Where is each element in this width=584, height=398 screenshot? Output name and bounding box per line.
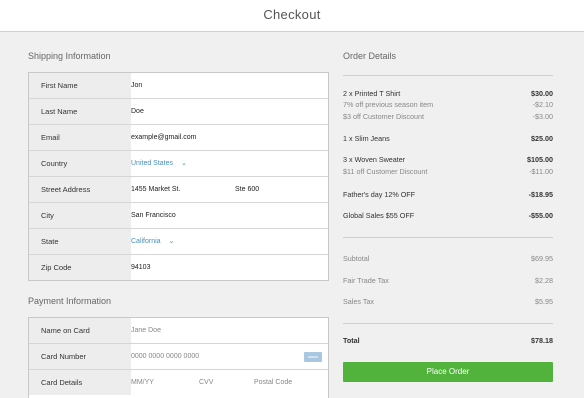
first-name-label: First Name (29, 73, 131, 98)
item-price: $105.00 (527, 155, 553, 164)
state-value: California (131, 238, 161, 245)
subtotal-value: $69.95 (531, 254, 553, 263)
divider (343, 323, 553, 324)
item-price: $25.00 (531, 134, 553, 143)
country-row: Country United States ⌄ (29, 151, 328, 177)
payment-section-title: Payment Information (28, 296, 112, 306)
order-discount: $3 off Customer Discount -$3.00 (343, 112, 553, 122)
country-label: Country (29, 151, 131, 176)
discount-price: -$3.00 (532, 112, 553, 121)
shipping-section-title: Shipping Information (28, 51, 111, 61)
total-value: $78.18 (531, 336, 553, 345)
fair-trade-tax-label: Fair Trade Tax (343, 276, 389, 285)
email-label: Email (29, 125, 131, 150)
payment-form: Name on Card Jane Doe Card Number 0000 0… (28, 317, 329, 398)
chevron-down-icon: ⌄ (168, 238, 175, 245)
state-select[interactable]: California ⌄ (131, 229, 174, 254)
name-on-card-row: Name on Card Jane Doe (29, 318, 328, 344)
city-label: City (29, 203, 131, 228)
place-order-button[interactable]: Place Order (343, 362, 553, 382)
promo-name: Father's day 12% OFF (343, 190, 416, 199)
card-number-label: Card Number (29, 344, 131, 369)
last-name-field[interactable]: Doe (131, 99, 144, 124)
first-name-row: First Name Jon (29, 73, 328, 99)
subtotal-line: Subtotal $69.95 (343, 254, 553, 264)
sales-tax-line: Sales Tax $5.95 (343, 297, 553, 307)
order-item: 1 x Slim Jeans $25.00 (343, 134, 553, 144)
street-line2-field[interactable]: Ste 600 (235, 177, 259, 202)
city-row: City San Francisco (29, 203, 328, 229)
cvv-field[interactable]: CVV (199, 370, 213, 395)
email-field[interactable]: example@gmail.com (131, 125, 196, 150)
country-select[interactable]: United States ⌄ (131, 151, 187, 176)
street-field[interactable]: 1455 Market St. (131, 177, 180, 202)
order-discount: 7% off previous season item -$2.10 (343, 100, 553, 110)
card-number-row: Card Number 0000 0000 0000 0000 (29, 344, 328, 370)
item-name: 2 x Printed T Shirt (343, 89, 401, 98)
postal-code-field[interactable]: Postal Code (254, 370, 292, 395)
fair-trade-tax-value: $2.28 (535, 276, 553, 285)
credit-card-icon (304, 352, 322, 362)
order-item: 2 x Printed T Shirt $30.00 (343, 89, 553, 99)
state-row: State California ⌄ (29, 229, 328, 255)
sales-tax-value: $5.95 (535, 297, 553, 306)
item-price: $30.00 (531, 89, 553, 98)
zip-row: Zip Code 94103 (29, 255, 328, 280)
item-name: 1 x Slim Jeans (343, 134, 390, 143)
divider (343, 237, 553, 238)
promo-name: Global Sales $55 OFF (343, 211, 415, 220)
name-on-card-field[interactable]: Jane Doe (131, 318, 161, 343)
discount-name: $3 off Customer Discount (343, 112, 424, 121)
discount-price: -$11.00 (529, 167, 553, 176)
sales-tax-label: Sales Tax (343, 297, 375, 306)
promo-price: -$55.00 (528, 211, 553, 220)
header: Checkout (0, 0, 584, 32)
item-name: 3 x Woven Sweater (343, 155, 406, 164)
fair-trade-tax-line: Fair Trade Tax $2.28 (343, 276, 553, 286)
last-name-row: Last Name Doe (29, 99, 328, 125)
first-name-field[interactable]: Jon (131, 73, 142, 98)
discount-price: -$2.10 (532, 100, 553, 109)
name-on-card-label: Name on Card (29, 318, 131, 343)
card-details-label: Card Details (29, 370, 131, 395)
shipping-form: First Name Jon Last Name Doe Email examp… (28, 72, 329, 281)
promo-price: -$18.95 (528, 190, 553, 199)
subtotal-label: Subtotal (343, 254, 370, 263)
order-section-title: Order Details (343, 51, 397, 61)
zip-label: Zip Code (29, 255, 131, 280)
state-label: State (29, 229, 131, 254)
street-label: Street Address (29, 177, 131, 202)
order-discount: $11 off Customer Discount -$11.00 (343, 167, 553, 177)
divider (343, 75, 553, 76)
order-promo: Global Sales $55 OFF -$55.00 (343, 211, 553, 221)
country-value: United States (131, 160, 174, 167)
card-number-field[interactable]: 0000 0000 0000 0000 (131, 344, 199, 369)
city-field[interactable]: San Francisco (131, 203, 176, 228)
order-item: 3 x Woven Sweater $105.00 (343, 155, 553, 165)
last-name-label: Last Name (29, 99, 131, 124)
street-row: Street Address 1455 Market St. Ste 600 (29, 177, 328, 203)
total-label: Total (343, 336, 360, 345)
discount-name: $11 off Customer Discount (343, 167, 428, 176)
discount-name: 7% off previous season item (343, 100, 434, 109)
email-row: Email example@gmail.com (29, 125, 328, 151)
zip-field[interactable]: 94103 (131, 255, 150, 280)
expiry-field[interactable]: MM/YY (131, 370, 154, 395)
total-line: Total $78.18 (343, 336, 553, 346)
page-title: Checkout (263, 7, 321, 22)
chevron-down-icon: ⌄ (180, 160, 187, 167)
card-details-row: Card Details MM/YY CVV Postal Code (29, 370, 328, 395)
order-promo: Father's day 12% OFF -$18.95 (343, 190, 553, 200)
